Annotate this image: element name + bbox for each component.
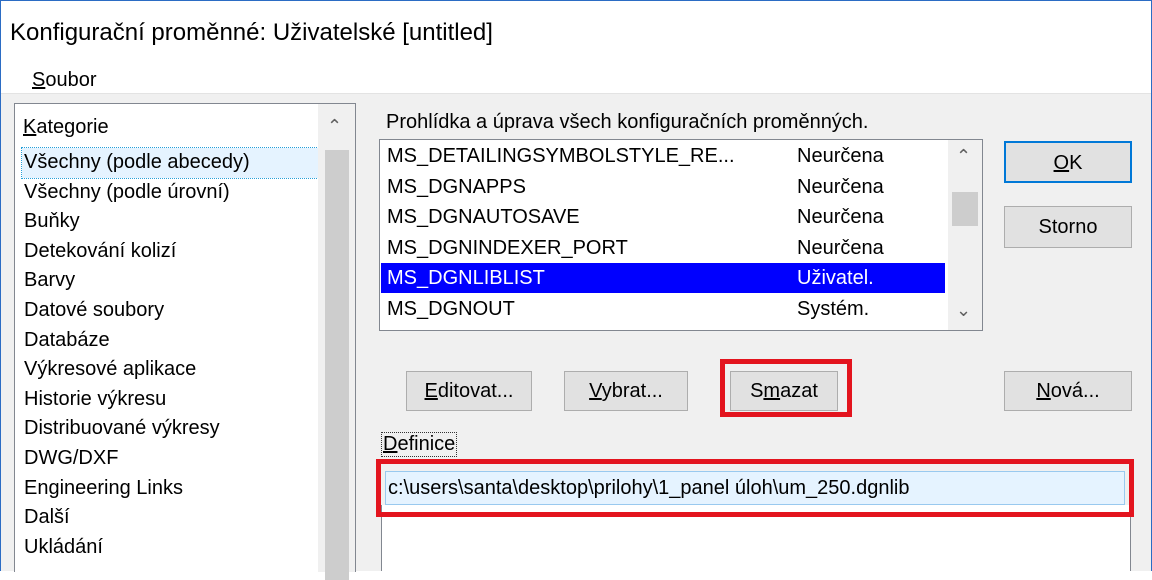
variable-name: MS_DGNAUTOSAVE bbox=[387, 206, 580, 228]
variable-row[interactable]: MS_DGNINDEXER_PORT Neurčena bbox=[381, 233, 945, 263]
variable-row[interactable]: MS_DETAILINGSYMBOLSTYLE_RE... Neurčena bbox=[381, 141, 945, 171]
variable-level: Systém. bbox=[797, 297, 870, 320]
category-list[interactable]: Kategorie Všechny (podle abecedy) Všechny… bbox=[14, 103, 356, 580]
edit-mnemonic: E bbox=[424, 380, 438, 402]
category-item[interactable]: Distribuované výkresy bbox=[22, 414, 320, 444]
select-label: ybrat... bbox=[601, 380, 663, 402]
category-item[interactable]: Výkresové aplikace bbox=[22, 355, 320, 385]
category-item[interactable]: Všechny (podle abecedy) bbox=[21, 147, 321, 179]
variable-level: Neurčena bbox=[797, 206, 884, 228]
config-variables-window: Konfigurační proměnné: Uživatelské [unti… bbox=[0, 0, 1152, 580]
variable-name: MS_DGNAPPS bbox=[387, 175, 526, 198]
scroll-up-icon[interactable]: ⌃ bbox=[327, 116, 342, 137]
category-scrollbar[interactable]: ⌃ bbox=[318, 104, 355, 580]
variable-row[interactable]: MS_DGNLIBLIST Uživatel. bbox=[381, 263, 945, 293]
select-button[interactable]: Vybrat... bbox=[564, 371, 688, 411]
edit-label: ditovat... bbox=[437, 380, 514, 402]
variable-level: Neurčena bbox=[797, 236, 884, 259]
category-item[interactable]: Všechny (podle úrovní) bbox=[22, 178, 320, 208]
variables-scrollbar[interactable]: ⌃ ⌄ bbox=[948, 140, 982, 330]
definition-label: Definice bbox=[380, 432, 458, 457]
category-header-mnemonic: K bbox=[23, 116, 37, 138]
category-item[interactable]: Engineering Links bbox=[22, 474, 320, 504]
category-header: Kategorie bbox=[23, 116, 109, 139]
category-items: Všechny (podle abecedy) Všechny (podle úr… bbox=[21, 147, 321, 563]
new-mnemonic: N bbox=[1036, 380, 1051, 402]
variable-name: MS_DGNLIBLIST bbox=[387, 267, 545, 289]
variable-level: Uživatel. bbox=[797, 267, 874, 289]
edit-button[interactable]: Editovat... bbox=[406, 371, 532, 411]
menu-file-mnemonic: S bbox=[32, 69, 46, 91]
category-item[interactable]: Buňky bbox=[22, 207, 320, 237]
category-item[interactable]: Ukládání bbox=[22, 533, 320, 563]
variable-row[interactable]: MS_DGNAUTOSAVE Neurčena bbox=[381, 202, 945, 232]
menu-file[interactable]: Soubor bbox=[32, 69, 97, 92]
menu-bar: Soubor bbox=[1, 63, 1151, 94]
definition-highlight-box bbox=[376, 459, 1134, 517]
delete-highlight-box bbox=[720, 359, 852, 417]
variables-list[interactable]: MS_DETAILINGSYMBOLSTYLE_RE... Neurčena MS_… bbox=[379, 139, 983, 331]
definition-label-text: efinice bbox=[397, 433, 456, 455]
menu-file-label: oubor bbox=[45, 69, 97, 91]
variable-row[interactable]: MS_DGNAPPS Neurčena bbox=[381, 172, 945, 202]
variable-level: Neurčena bbox=[797, 145, 884, 167]
category-item[interactable]: Datové soubory bbox=[22, 296, 320, 326]
variable-row[interactable]: MS_DGNOUT Systém. bbox=[381, 294, 945, 324]
cancel-button[interactable]: Storno bbox=[1004, 206, 1132, 248]
variables-description: Prohlídka a úprava všech konfiguračních … bbox=[386, 111, 869, 133]
scroll-down-icon[interactable]: ⌄ bbox=[956, 300, 971, 321]
category-item[interactable]: Historie výkresu bbox=[22, 385, 320, 415]
scroll-up-icon[interactable]: ⌃ bbox=[956, 146, 971, 167]
variable-name: MS_DETAILINGSYMBOLSTYLE_RE... bbox=[387, 145, 735, 167]
category-item[interactable]: Další bbox=[22, 503, 320, 533]
new-button[interactable]: Nová... bbox=[1004, 371, 1132, 411]
title-bar: Konfigurační proměnné: Uživatelské [unti… bbox=[1, 1, 1151, 63]
ok-label: K bbox=[1069, 152, 1083, 174]
variable-level: Neurčena bbox=[797, 175, 884, 198]
ok-button[interactable]: OK bbox=[1004, 141, 1132, 183]
scroll-thumb[interactable] bbox=[952, 192, 978, 226]
select-mnemonic: V bbox=[589, 380, 602, 402]
category-item[interactable]: DWG/DXF bbox=[22, 444, 320, 474]
scroll-thumb[interactable] bbox=[325, 150, 349, 580]
window-title: Konfigurační proměnné: Uživatelské [unti… bbox=[10, 19, 493, 46]
variable-name: MS_DGNINDEXER_PORT bbox=[387, 236, 628, 259]
new-label: ová... bbox=[1050, 380, 1100, 402]
category-item[interactable]: Barvy bbox=[22, 266, 320, 296]
category-header-label: ategorie bbox=[36, 116, 109, 138]
category-item[interactable]: Databáze bbox=[22, 326, 320, 356]
ok-mnemonic: O bbox=[1053, 152, 1070, 174]
variable-name: MS_DGNOUT bbox=[387, 297, 515, 320]
category-item[interactable]: Detekování kolizí bbox=[22, 237, 320, 267]
definition-mnemonic: D bbox=[383, 433, 398, 455]
